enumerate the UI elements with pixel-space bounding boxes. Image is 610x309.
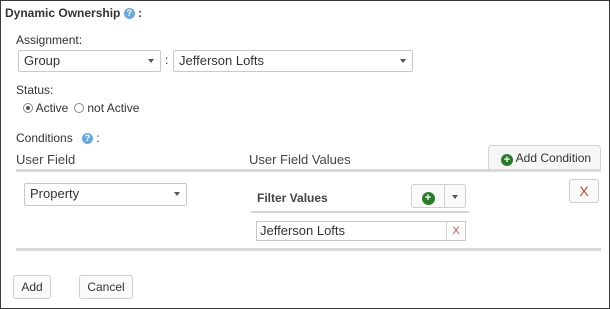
chevron-down-icon <box>452 195 458 199</box>
conditions-label-text: Conditions <box>16 131 73 145</box>
filter-value-text: Jefferson Lofts <box>260 223 346 238</box>
assignment-separator: : <box>165 53 169 67</box>
radio-not-active-icon[interactable] <box>74 103 84 113</box>
user-field-value: Property <box>30 186 80 201</box>
dynamic-ownership-panel: Dynamic Ownership ? : Assignment: Group … <box>0 0 610 309</box>
conditions-footer-divider <box>16 248 601 251</box>
add-button[interactable]: Add <box>13 275 51 299</box>
filter-value-chip: Jefferson Lofts X <box>256 221 466 241</box>
section-title-text: Dynamic Ownership <box>5 6 121 20</box>
add-condition-button[interactable]: + Add Condition <box>488 145 601 171</box>
remove-condition-button[interactable]: X <box>569 179 599 203</box>
radio-active-icon[interactable] <box>23 103 33 113</box>
assignment-label: Assignment: <box>16 33 83 47</box>
help-icon[interactable]: ? <box>82 133 94 144</box>
remove-filter-value-button[interactable]: X <box>446 222 465 240</box>
section-title: Dynamic Ownership ? : <box>5 6 142 20</box>
conditions-header-divider <box>16 169 601 172</box>
plus-icon: + <box>421 192 435 205</box>
chevron-down-icon <box>174 192 180 196</box>
status-radio-not-active[interactable]: not Active <box>74 101 139 115</box>
column-header-user-field: User Field <box>16 152 76 167</box>
plus-icon: + <box>501 154 513 166</box>
assignment-group-value: Jefferson Lofts <box>179 53 265 68</box>
chevron-down-icon <box>148 59 154 63</box>
add-condition-label: Add Condition <box>515 151 592 165</box>
status-radio-active[interactable]: Active <box>23 101 68 115</box>
user-field-select[interactable]: Property <box>24 183 187 206</box>
filter-values-divider <box>251 211 469 213</box>
status-active-label: Active <box>35 101 69 115</box>
assignment-group-select[interactable]: Jefferson Lofts <box>173 50 413 72</box>
help-icon[interactable]: ? <box>123 8 135 19</box>
status-label: Status: <box>16 83 54 97</box>
filter-options-dropdown[interactable] <box>444 184 466 208</box>
section-title-suffix: : <box>138 6 143 20</box>
conditions-label: Conditions ? : <box>16 131 100 145</box>
cancel-button[interactable]: Cancel <box>79 275 133 299</box>
conditions-label-suffix: : <box>96 131 100 145</box>
assignment-type-value: Group <box>24 53 61 68</box>
add-filter-value-button[interactable]: + <box>411 184 445 208</box>
assignment-type-select[interactable]: Group <box>18 50 161 72</box>
column-header-user-field-values: User Field Values <box>249 152 351 167</box>
filter-values-label: Filter Values <box>257 191 328 205</box>
chevron-down-icon <box>400 59 406 63</box>
status-not-active-label: not Active <box>87 101 140 115</box>
